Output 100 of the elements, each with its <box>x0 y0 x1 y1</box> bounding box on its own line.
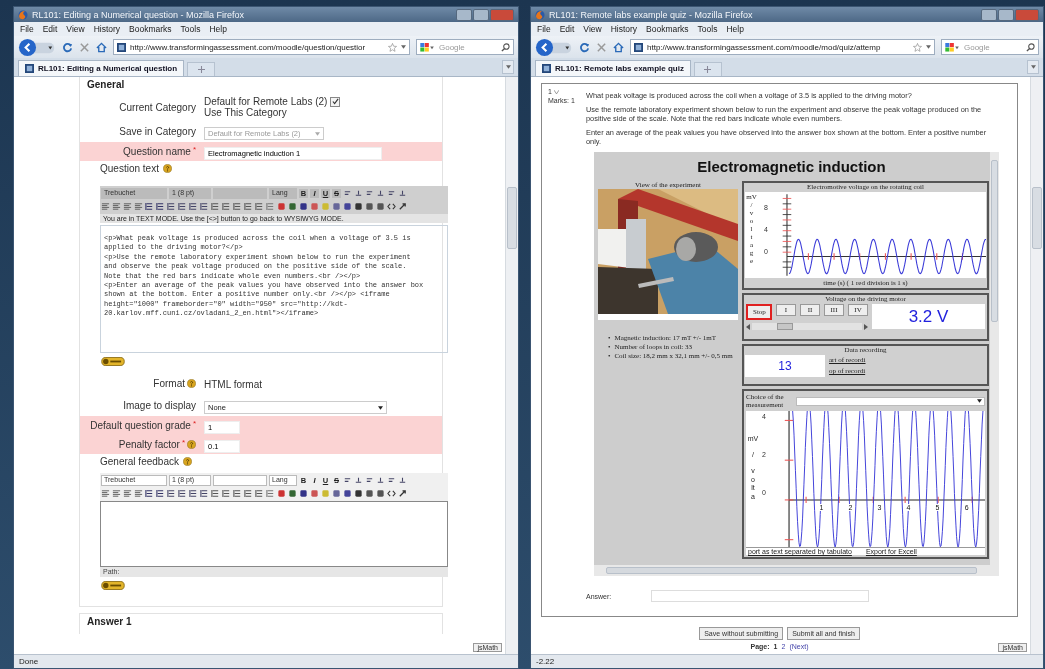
toolbar-icon[interactable] <box>398 476 407 485</box>
toolbar-icon[interactable] <box>376 476 385 485</box>
caret-icon[interactable] <box>401 45 406 49</box>
search-engine-icon[interactable] <box>945 42 960 52</box>
maximize-button[interactable] <box>998 8 1014 21</box>
toolbar-icon[interactable] <box>387 476 396 485</box>
menu-item[interactable]: File <box>20 24 34 34</box>
site-icon <box>542 64 551 73</box>
caret-icon <box>977 399 982 403</box>
checkbox[interactable] <box>330 96 341 107</box>
help-icon[interactable] <box>187 440 196 449</box>
search-field[interactable]: Google <box>416 39 514 55</box>
toolbar-icon[interactable] <box>255 489 264 498</box>
field-label: General feedback <box>100 455 179 468</box>
window-title: RL101: Remote labs example quiz - Mozilla Firefox <box>549 9 753 20</box>
required-mark: * <box>192 419 196 428</box>
toolbar-icon[interactable] <box>156 489 165 498</box>
required-mark: * <box>181 438 185 447</box>
help-badge-icon[interactable] <box>100 357 126 366</box>
menu-item[interactable]: Edit <box>559 24 575 34</box>
toolbar-icon[interactable] <box>145 489 154 498</box>
toolbar-icon[interactable] <box>167 489 176 498</box>
back-forward-icon[interactable] <box>535 37 573 57</box>
home-icon[interactable] <box>96 41 107 53</box>
reload-icon[interactable] <box>579 41 590 53</box>
menu-item[interactable]: Bookmarks <box>129 24 172 34</box>
toolbar-icon[interactable] <box>365 476 374 485</box>
toolbar-icon[interactable] <box>178 489 187 498</box>
plus-icon <box>704 66 712 73</box>
slider-thumb[interactable] <box>777 323 793 330</box>
maximize-button[interactable] <box>473 8 489 21</box>
star-icon[interactable] <box>388 42 397 52</box>
scrollbar[interactable] <box>990 152 999 565</box>
menu-item[interactable]: History <box>610 24 638 34</box>
minimize-button[interactable] <box>456 8 472 21</box>
menu-item[interactable]: View <box>583 24 602 34</box>
menu-item[interactable]: Tools <box>697 24 718 34</box>
menu-item[interactable]: History <box>93 24 121 34</box>
new-tab-button[interactable] <box>693 62 722 76</box>
tab-list-button[interactable] <box>1027 60 1039 74</box>
browser-tab[interactable]: RL101: Editing a Numerical question <box>18 60 185 76</box>
back-forward-icon[interactable] <box>18 37 56 57</box>
answer-field[interactable] <box>651 590 870 602</box>
menu-item[interactable]: Tools <box>180 24 201 34</box>
reload-icon[interactable] <box>62 41 73 53</box>
toolbar-icon[interactable] <box>233 489 242 498</box>
toolbar-icon[interactable] <box>211 489 220 498</box>
scrollbar[interactable] <box>594 565 999 576</box>
help-icon[interactable] <box>182 457 192 466</box>
home-icon[interactable] <box>613 41 624 53</box>
scrollbar[interactable] <box>1030 77 1043 654</box>
help-icon[interactable] <box>187 378 196 388</box>
plus-icon <box>197 66 205 73</box>
record-count: 13 <box>745 355 825 377</box>
menu-item[interactable]: File <box>537 24 551 34</box>
search-icon[interactable] <box>501 42 510 52</box>
menu-item[interactable]: Bookmarks <box>646 24 689 34</box>
toolbar-icon[interactable] <box>343 476 352 485</box>
checkbox-label[interactable]: Use This Category <box>204 107 287 118</box>
search-field[interactable]: Google <box>941 39 1039 55</box>
toolbar-icon[interactable] <box>387 489 396 498</box>
search-icon[interactable] <box>1026 42 1035 52</box>
address-bar[interactable]: http://www.transformingassessment.com/moodle/question/questior <box>113 39 410 55</box>
new-tab-button[interactable] <box>187 62 216 76</box>
search-engine-icon[interactable] <box>420 42 435 52</box>
toolbar-icon[interactable] <box>222 489 231 498</box>
right-arrow-icon[interactable] <box>864 323 868 330</box>
site-icon <box>634 42 643 52</box>
toolbar-icon[interactable] <box>189 489 198 498</box>
status-text: -2.22 <box>536 657 555 666</box>
caret-icon <box>378 405 383 410</box>
toolbar-icon[interactable] <box>398 489 407 498</box>
minimize-button[interactable] <box>981 8 997 21</box>
lab-title: Electromagnetic induction <box>696 157 887 177</box>
voltage-display: 3.2 V <box>872 304 985 329</box>
field-label: Image to display <box>123 398 196 412</box>
menu-item[interactable]: Help <box>209 24 227 34</box>
help-badge-icon[interactable] <box>100 581 126 590</box>
left-arrow-icon[interactable] <box>746 323 750 330</box>
browser-tab[interactable]: RL101: Remote labs example quiz <box>535 60 691 76</box>
menu-item[interactable]: View <box>66 24 85 34</box>
menu-item[interactable]: Edit <box>42 24 58 34</box>
field-label: Format <box>153 376 185 390</box>
star-icon[interactable] <box>913 42 922 52</box>
toolbar-icon[interactable] <box>354 476 363 485</box>
tab-list-button[interactable] <box>502 60 514 74</box>
category-value: Default for Remote Labs (2) <box>204 96 328 107</box>
status-text: Done <box>19 657 39 666</box>
address-bar[interactable]: http://www.transformingassessment.com/moodle/mod/quiz/attemp <box>630 39 935 55</box>
menu-item[interactable]: Help <box>726 24 744 34</box>
flag-icon[interactable] <box>553 89 559 94</box>
caret-icon[interactable] <box>926 45 931 49</box>
scrollbar[interactable] <box>505 77 518 654</box>
toolbar-icon[interactable] <box>244 489 253 498</box>
site-icon <box>25 64 34 73</box>
format-value: HTML format <box>204 379 262 390</box>
field-label: Question name <box>123 145 191 158</box>
toolbar-icon[interactable] <box>200 489 209 498</box>
window-title: RL101: Editing a Numerical question - Mozilla Firefox <box>32 9 245 20</box>
help-icon[interactable] <box>162 164 172 173</box>
